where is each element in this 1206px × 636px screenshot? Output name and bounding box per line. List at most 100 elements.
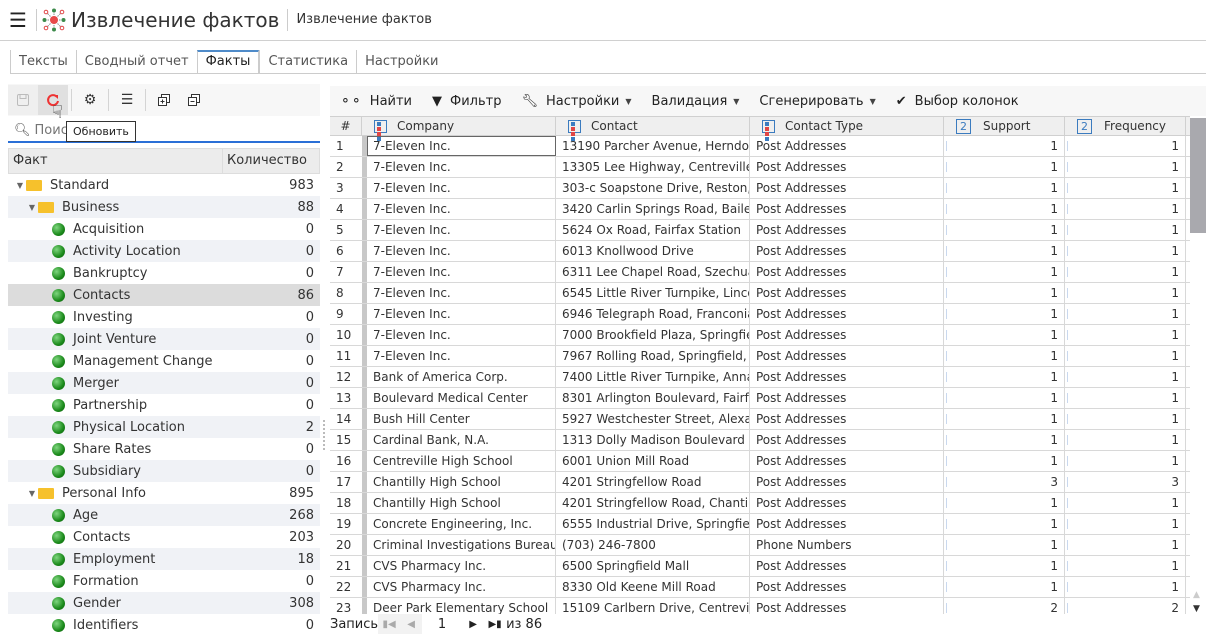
contact-cell[interactable]: 7000 Brookfield Plaza, Springfield [556, 325, 750, 345]
support-cell[interactable]: 1 [944, 283, 1065, 303]
contact-type-cell[interactable]: Post Addresses [750, 241, 944, 261]
contact-type-cell[interactable]: Post Addresses [750, 157, 944, 177]
tab-settings[interactable]: Настройки [356, 50, 446, 74]
support-cell[interactable]: 1 [944, 346, 1065, 366]
contact-cell[interactable]: 303-c Soapstone Drive, Reston, VA [556, 178, 750, 198]
frequency-cell[interactable]: 1 [1065, 556, 1186, 576]
tree-folder[interactable]: ▼ Personal Info 895 [8, 482, 320, 504]
find-button[interactable]: ⚬⚬ Найти [330, 86, 422, 116]
tree-item[interactable]: Gender 308 [8, 592, 320, 614]
support-cell[interactable]: 1 [944, 262, 1065, 282]
contact-cell[interactable]: 1313 Dolly Madison Boulevard 10 [556, 430, 750, 450]
settings-dropdown[interactable]: 🔧︎ Настройки ▼ [511, 86, 641, 116]
table-row[interactable]: 10 7-Eleven Inc. 7000 Brookfield Plaza, Sp… [330, 325, 1190, 346]
settings-button[interactable]: ⚙ [75, 85, 105, 115]
filter-button[interactable]: ▼ Фильтр [422, 86, 511, 116]
scroll-down-icon[interactable]: ▼ [1193, 604, 1200, 614]
column-header-support[interactable]: 2 Support [944, 117, 1065, 135]
contact-cell[interactable]: 5624 Ox Road, Fairfax Station [556, 220, 750, 240]
tree-item[interactable]: Acquisition 0 [8, 218, 320, 240]
contact-cell[interactable]: 4201 Stringfellow Road, Chantilly [556, 493, 750, 513]
tree-item[interactable]: Subsidiary 0 [8, 460, 320, 482]
frequency-cell[interactable]: 1 [1065, 514, 1186, 534]
table-row[interactable]: 12 Bank of America Corp. 7400 Little River… [330, 367, 1190, 388]
table-row[interactable]: 17 Chantilly High School 4201 Stringfellow… [330, 472, 1190, 493]
tab-facts[interactable]: Факты [196, 50, 260, 74]
table-row[interactable]: 15 Cardinal Bank, N.A. 1313 Dolly Madison … [330, 430, 1190, 451]
support-cell[interactable]: 3 [944, 472, 1065, 492]
frequency-cell[interactable]: 3 [1065, 472, 1186, 492]
support-cell[interactable]: 1 [944, 241, 1065, 261]
tree-folder[interactable]: ▼ Business 88 [8, 196, 320, 218]
column-header-company[interactable]: Company [362, 117, 556, 141]
company-cell[interactable]: 7-Eleven Inc. [367, 346, 556, 366]
contact-type-cell[interactable]: Post Addresses [750, 178, 944, 198]
table-row[interactable]: 1 7-Eleven Inc. 13190 Parcher Avenue, Hern… [330, 136, 1190, 157]
table-row[interactable]: 5 7-Eleven Inc. 5624 Ox Road, Fairfax Stat… [330, 220, 1190, 241]
contact-type-cell[interactable]: Phone Numbers [750, 535, 944, 555]
contact-type-cell[interactable]: Post Addresses [750, 325, 944, 345]
tree-item[interactable]: Partnership 0 [8, 394, 320, 416]
support-cell[interactable]: 1 [944, 493, 1065, 513]
contact-cell[interactable]: 4201 Stringfellow Road [556, 472, 750, 492]
contact-type-cell[interactable]: Post Addresses [750, 556, 944, 576]
expand-all-button[interactable] [149, 85, 179, 115]
expand-arrow-icon[interactable]: ▼ [26, 203, 38, 212]
contact-type-cell[interactable]: Post Addresses [750, 220, 944, 240]
support-cell[interactable]: 1 [944, 409, 1065, 429]
company-cell[interactable]: Concrete Engineering, Inc. [367, 514, 556, 534]
save-button[interactable] [8, 85, 38, 115]
table-row[interactable]: 19 Concrete Engineering, Inc. 6555 Industr… [330, 514, 1190, 535]
company-cell[interactable]: Chantilly High School [367, 493, 556, 513]
company-cell[interactable]: 7-Eleven Inc. [367, 136, 556, 156]
collapse-all-button[interactable] [179, 85, 209, 115]
contact-cell[interactable]: 15109 Carlbern Drive, Centreville [556, 598, 750, 614]
company-cell[interactable]: 7-Eleven Inc. [367, 157, 556, 177]
contact-type-cell[interactable]: Post Addresses [750, 598, 944, 614]
tab-statistics[interactable]: Статистика [259, 50, 356, 74]
tree-item[interactable]: Share Rates 0 [8, 438, 320, 460]
tree-item[interactable]: Physical Location 2 [8, 416, 320, 438]
contact-type-cell[interactable]: Post Addresses [750, 577, 944, 597]
company-cell[interactable]: Boulevard Medical Center [367, 388, 556, 408]
table-row[interactable]: 6 7-Eleven Inc. 6013 Knollwood Drive Post A… [330, 241, 1190, 262]
support-cell[interactable]: 1 [944, 199, 1065, 219]
contact-type-cell[interactable]: Post Addresses [750, 430, 944, 450]
company-cell[interactable]: Cardinal Bank, N.A. [367, 430, 556, 450]
next-page-icon[interactable]: ▶ [462, 614, 484, 634]
company-cell[interactable]: 7-Eleven Inc. [367, 304, 556, 324]
tree-item[interactable]: Employment 18 [8, 548, 320, 570]
contact-type-cell[interactable]: Post Addresses [750, 451, 944, 471]
tree-item[interactable]: Joint Venture 0 [8, 328, 320, 350]
contact-type-cell[interactable]: Post Addresses [750, 367, 944, 387]
support-cell[interactable]: 2 [944, 598, 1065, 614]
company-cell[interactable]: Criminal Investigations Bureau [367, 535, 556, 555]
first-page-icon[interactable]: ▮◀ [378, 614, 401, 634]
table-row[interactable]: 21 CVS Pharmacy Inc. 6500 Springfield Mall… [330, 556, 1190, 577]
company-cell[interactable]: 7-Eleven Inc. [367, 241, 556, 261]
last-page-icon[interactable]: ▶▮ [484, 614, 506, 634]
frequency-cell[interactable]: 1 [1065, 136, 1186, 156]
contact-type-cell[interactable]: Post Addresses [750, 409, 944, 429]
panel-splitter[interactable] [323, 420, 326, 450]
contact-type-cell[interactable]: Post Addresses [750, 199, 944, 219]
grid-vertical-scrollbar[interactable]: ▲ ▼ [1190, 116, 1206, 614]
support-cell[interactable]: 1 [944, 430, 1065, 450]
column-header-fact[interactable]: Факт [9, 149, 223, 173]
company-cell[interactable]: Bush Hill Center [367, 409, 556, 429]
company-cell[interactable]: Chantilly High School [367, 472, 556, 492]
column-header-frequency[interactable]: 2 Frequency [1065, 117, 1186, 135]
table-row[interactable]: 9 7-Eleven Inc. 6946 Telegraph Road, Franc… [330, 304, 1190, 325]
prev-page-icon[interactable]: ◀ [400, 614, 423, 634]
contact-cell[interactable]: 6946 Telegraph Road, Franconia, [556, 304, 750, 324]
tab-summary-report[interactable]: Сводный отчет [75, 50, 197, 74]
company-cell[interactable]: Bank of America Corp. [367, 367, 556, 387]
table-row[interactable]: 3 7-Eleven Inc. 303-c Soapstone Drive, Res… [330, 178, 1190, 199]
tree-item[interactable]: Contacts 86 [8, 284, 320, 306]
tree-item[interactable]: Merger 0 [8, 372, 320, 394]
contact-cell[interactable]: 6555 Industrial Drive, Springfield, [556, 514, 750, 534]
contact-cell[interactable]: 7967 Rolling Road, Springfield, Ur [556, 346, 750, 366]
table-row[interactable]: 18 Chantilly High School 4201 Stringfellow… [330, 493, 1190, 514]
scrollbar-thumb[interactable] [1190, 118, 1206, 233]
frequency-cell[interactable]: 1 [1065, 346, 1186, 366]
